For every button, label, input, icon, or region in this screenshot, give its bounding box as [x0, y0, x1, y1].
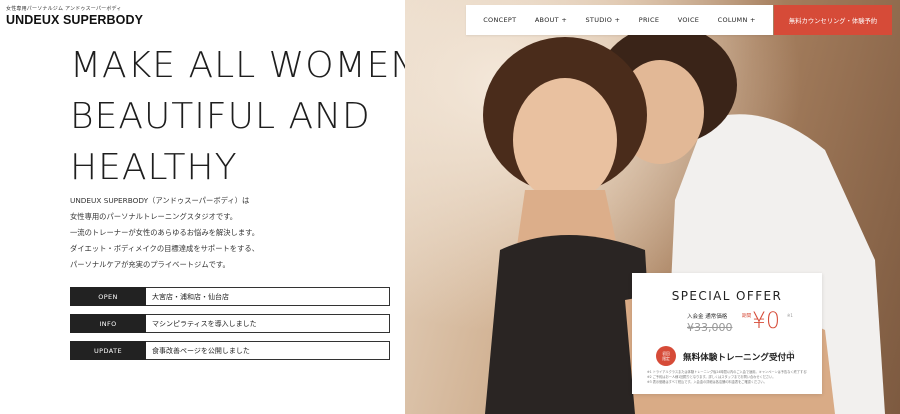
intro-line: UNDEUX SUPERBODY（アンドゥスーパーボディ）は — [70, 196, 250, 205]
offer-price: ¥0 — [752, 309, 780, 334]
intro-line: 女性専用のパーソナルトレーニングスタジオです。 — [70, 212, 238, 221]
news-text[interactable]: 大宮店・浦和店・仙台店 — [146, 287, 390, 306]
offer-note: ※3 表示価格はすべて税込です。入会金の詳細は各店舗の料金表をご確認ください。 — [647, 380, 767, 384]
nav-price[interactable]: PRICE — [639, 16, 660, 24]
news-row-update[interactable]: UPDATE 食事改善ページを公開しました — [70, 341, 390, 360]
offer-title: SPECIAL OFFER — [671, 289, 783, 303]
reservation-button[interactable]: 無料カウンセリング・体験予約 — [774, 5, 892, 35]
offer-trial-mark: ※2 — [788, 350, 794, 355]
news-row-info[interactable]: INFO マシンピラティスを導入しました — [70, 314, 390, 333]
intro-line: パーソナルケアが充実のプライベートジムです。 — [70, 260, 230, 269]
front-woman-face — [513, 78, 617, 202]
hero-headline: MAKE ALL WOMEN BEAUTIFUL AND HEALTHY — [70, 40, 418, 193]
special-offer-card[interactable]: SPECIAL OFFER 入会金 通常価格 ¥33,000 期間 ¥0 ※1 … — [632, 273, 822, 394]
offer-subtitle: 入会金 通常価格 — [687, 314, 728, 320]
news-row-open[interactable]: OPEN 大宮店・浦和店・仙台店 — [70, 287, 390, 306]
nav-column[interactable]: COLUMN + — [718, 16, 756, 24]
nav-studio[interactable]: STUDIO + — [586, 16, 621, 24]
main-nav: CONCEPT ABOUT + STUDIO + PRICE VOICE COL… — [466, 5, 773, 35]
intro-line: ダイエット・ボディメイクの目標達成をサポートをする、 — [70, 244, 259, 253]
news-text[interactable]: 食事改善ページを公開しました — [146, 341, 390, 360]
news-label: OPEN — [70, 287, 146, 306]
brand-tagline: 女性専用パーソナルジム アンドゥスーパーボディ — [6, 6, 122, 12]
nav-voice[interactable]: VOICE — [678, 16, 700, 24]
intro-line: 一流のトレーナーが女性のあらゆるお悩みを解決します。 — [70, 228, 259, 237]
offer-old-price: ¥33,000 — [687, 321, 733, 334]
news-label: INFO — [70, 314, 146, 333]
badge-line: 限定 — [662, 356, 670, 361]
offer-note-mark: ※1 — [787, 313, 793, 318]
limited-badge: 初回 限定 — [656, 346, 676, 366]
headline-line-3: HEALTHY — [70, 147, 238, 188]
offer-notes: ※1 トライアルクラスまたは体験トレーニング後24時間以内のご入会で適用。キャン… — [647, 370, 807, 385]
nav-about[interactable]: ABOUT + — [535, 16, 567, 24]
news-label: UPDATE — [70, 341, 146, 360]
nav-concept[interactable]: CONCEPT — [483, 16, 516, 24]
headline-line-2: BEAUTIFUL AND — [70, 96, 371, 137]
offer-now-tag: 期間 — [742, 314, 752, 319]
headline-line-1: MAKE ALL WOMEN — [70, 45, 419, 86]
intro-text: UNDEUX SUPERBODY（アンドゥスーパーボディ）は 女性専用のパーソナ… — [70, 193, 259, 273]
offer-trial-text: 無料体験トレーニング受付中 — [683, 353, 795, 363]
brand-logo[interactable]: UNDEUX SUPERBODY — [6, 13, 143, 27]
news-list: OPEN 大宮店・浦和店・仙台店 INFO マシンピラティスを導入しました UP… — [70, 287, 390, 368]
news-text[interactable]: マシンピラティスを導入しました — [146, 314, 390, 333]
